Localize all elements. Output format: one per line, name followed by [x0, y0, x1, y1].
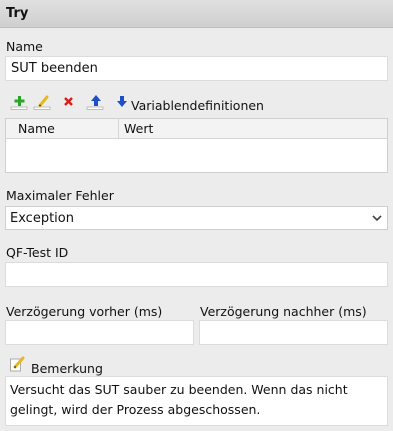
comment-textarea[interactable]: Versucht das SUT sauber zu beenden. Wenn…	[5, 376, 388, 426]
name-label: Name	[6, 39, 43, 54]
max-error-selected-value: Exception	[10, 211, 74, 226]
arrow-down-icon	[117, 96, 127, 107]
node-header: Try	[0, 0, 393, 28]
comment-label: Bemerkung	[31, 361, 103, 376]
variables-table[interactable]: Name Wert	[5, 118, 388, 173]
table-header: Name Wert	[6, 119, 387, 139]
node-type-title: Try	[6, 6, 29, 21]
delete-variable-button[interactable]	[59, 92, 79, 110]
max-error-label: Maximaler Fehler	[6, 188, 114, 203]
name-input[interactable]: SUT beenden	[5, 56, 388, 81]
qftest-id-label: QF-Test ID	[6, 245, 69, 260]
column-divider[interactable]	[118, 119, 119, 139]
add-variable-button[interactable]	[9, 92, 29, 110]
move-variable-down-button[interactable]	[111, 92, 131, 110]
delay-after-label: Verzögerung nachher (ms)	[200, 304, 367, 319]
delay-before-input[interactable]	[5, 320, 194, 345]
comment-line-1: Versucht das SUT sauber zu beenden. Wenn…	[10, 382, 348, 397]
x-icon	[64, 97, 73, 106]
column-header-value[interactable]: Wert	[124, 121, 153, 136]
pencil-icon	[10, 356, 25, 372]
delay-before-label: Verzögerung vorher (ms)	[6, 304, 163, 319]
move-variable-up-button[interactable]	[85, 92, 105, 110]
plus-icon	[10, 96, 28, 110]
column-header-name[interactable]: Name	[18, 121, 55, 136]
qftest-id-input[interactable]	[5, 262, 388, 287]
max-error-select[interactable]: Exception	[5, 206, 388, 230]
chevron-down-icon	[372, 215, 382, 222]
edit-variable-button[interactable]	[32, 92, 52, 110]
pencil-icon	[33, 95, 51, 110]
variables-section-title: Variablendefinitionen	[131, 98, 264, 113]
delay-after-input[interactable]	[199, 320, 388, 345]
comment-line-2: gelingt, wird der Prozess abgeschossen.	[10, 402, 261, 417]
arrow-up-icon	[86, 95, 104, 110]
